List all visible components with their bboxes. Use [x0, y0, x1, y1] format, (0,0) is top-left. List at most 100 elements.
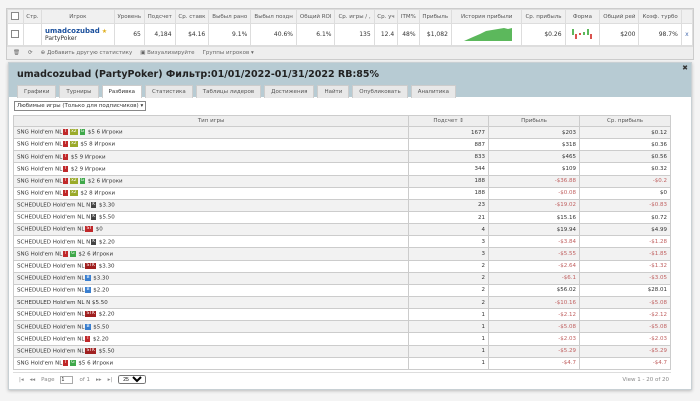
tab-item[interactable]: Разбивка: [101, 85, 143, 98]
tab-item[interactable]: Турниры: [59, 85, 99, 98]
table-row[interactable]: SCHEDULED Hold'em NL T $2.20 1 -$2.03 -$2…: [12, 332, 671, 346]
table-row[interactable]: SCHEDULED Hold'em NL NK $3.30 23 -$19.02…: [12, 198, 671, 212]
table-row[interactable]: SCHEDULED Hold'em NL STK $2.20 1 -$2.12 -…: [12, 308, 671, 322]
avg-profit: $0.26: [521, 23, 566, 46]
avg-profit-cell: $0.72: [579, 210, 671, 225]
avg-profit-cell: -$1.85: [579, 247, 671, 261]
remove-player-button[interactable]: x: [680, 23, 694, 46]
stat-header[interactable]: Общий ROI: [295, 9, 336, 24]
stat-header[interactable]: История прибыли: [450, 9, 523, 24]
game-badge-icon: T: [63, 153, 69, 160]
tab-item[interactable]: Таблицы лидеров: [195, 85, 262, 98]
game-type: SCHEDULED Hold'em NL: [17, 226, 85, 233]
stat-header[interactable]: Игрок: [40, 9, 115, 24]
stat-header[interactable]: Ср. прибыль: [521, 9, 566, 24]
last-page-button[interactable]: ▸|: [108, 377, 113, 383]
game-badge-icon: G: [70, 250, 76, 257]
table-row[interactable]: SNG Hold'em NL T $5 9 Игроки 833 $465 $0.…: [12, 150, 671, 164]
visualize-button[interactable]: ▣ Визуализируйте: [140, 50, 194, 56]
table-row[interactable]: SNG Hold'em NL T G $5 6 Игроки 1 -$4.7 -$4…: [12, 356, 671, 370]
select-all-checkbox[interactable]: [7, 9, 24, 24]
col-game-type[interactable]: Тип игры: [12, 115, 410, 127]
stat-header[interactable]: ITM%: [397, 9, 420, 24]
close-icon[interactable]: ✖: [682, 64, 688, 72]
refresh-icon[interactable]: ⟳: [28, 50, 33, 56]
table-row[interactable]: SNG Hold'em NL Tx2 $2 8 Игроки 188 -$0.08…: [12, 186, 671, 200]
table-row[interactable]: SCHEDULED Hold'em NL B $5.50 1 -$5.08 -$5…: [12, 320, 671, 334]
next-page-button[interactable]: ▸▸: [96, 377, 102, 383]
game-type-cell: SNG Hold'em NL Tx2 $5 8 Игроки: [12, 138, 410, 152]
table-row[interactable]: SCHEDULED Hold'em NL N $5.50 2 -$10.16 -…: [12, 295, 671, 310]
game-desc: $5.50: [99, 214, 115, 221]
table-row[interactable]: SNG Hold'em NL Tx2 $5 8 Игроки 887 $318 $…: [12, 138, 671, 152]
add-stat-button[interactable]: ⊕ Добавить другую статистику: [41, 50, 133, 56]
stat-header[interactable]: Ср. уч: [373, 9, 399, 24]
tab-item[interactable]: Достижения: [264, 85, 315, 98]
stat-header[interactable]: Общий рей: [599, 9, 640, 24]
stat-header[interactable]: Прибыль: [418, 9, 452, 24]
game-type-cell: SNG Hold'em NL T G $5 6 Игроки: [12, 356, 410, 370]
col-profit[interactable]: Прибыль: [488, 115, 581, 127]
stat-header[interactable]: Подсчет: [143, 9, 176, 24]
stat-header[interactable]: Выбыл поздн: [250, 9, 297, 24]
avg-profit-cell: $28.01: [579, 283, 671, 297]
per-page-select[interactable]: 25: [118, 375, 147, 384]
game-badge-icon: x2: [70, 177, 78, 184]
count-cell: 23: [408, 198, 490, 212]
tab-item[interactable]: Опубликовать: [352, 85, 408, 98]
player-link[interactable]: umadcozubad: [45, 27, 100, 35]
game-badge-icon: T: [63, 165, 69, 172]
stat-header[interactable]: Коэф. турбо: [638, 9, 682, 24]
game-badge-icon: T: [63, 250, 69, 257]
avg-profit-cell: $0.12: [579, 125, 671, 140]
table-row[interactable]: SCHEDULED Hold'em NL NK $5.50 21 $15.16 …: [12, 210, 671, 225]
stat-header[interactable]: Уровень: [113, 9, 145, 24]
tab-item[interactable]: Аналитика: [410, 85, 456, 98]
stat-header[interactable]: Форма: [564, 9, 601, 24]
game-type-cell: SCHEDULED Hold'em NL ST $0: [12, 223, 410, 237]
table-row[interactable]: SCHEDULED Hold'em NL STK $3.30 2 -$2.64 -…: [12, 259, 671, 273]
total-buyin: $200: [599, 23, 640, 46]
stat-header[interactable]: Выбыл рано: [208, 9, 252, 24]
avg-profit-cell: $0.36: [579, 138, 671, 152]
game-filter-value: Любимые игры (Только для подписчиков): [17, 103, 139, 109]
table-row[interactable]: SNG Hold'em NL Tx2 G $2 6 Игроки 188 -$36.…: [12, 174, 671, 188]
profit-cell: -$4.7: [488, 356, 581, 370]
avg-entrants: 12.4: [373, 23, 399, 46]
stat-header[interactable]: Стр.: [22, 9, 42, 24]
page-input[interactable]: [60, 375, 74, 384]
count-cell: 2: [408, 283, 490, 297]
col-avg-profit[interactable]: Ср. прибыль: [579, 115, 671, 127]
profit-cell: $19.94: [488, 223, 581, 237]
stat-header[interactable]: Ср. игры / ,: [334, 9, 375, 24]
table-row[interactable]: SCHEDULED Hold'em NL B $2.20 2 $56.02 $28…: [12, 283, 671, 297]
trash-icon[interactable]: 🗑: [13, 50, 20, 56]
first-page-button[interactable]: |◂: [19, 377, 24, 383]
table-row[interactable]: SCHEDULED Hold'em NL ST $0 4 $19.94 $4.99: [12, 223, 671, 237]
page-count: of 1: [79, 376, 91, 383]
game-type-cell: SNG Hold'em NL T $2 9 Игроки: [12, 162, 410, 176]
form-chart: [564, 23, 601, 46]
game-desc: $5 6 Игроки: [78, 360, 114, 367]
stat-header[interactable]: Ср. ставк: [174, 9, 210, 24]
table-row[interactable]: SCHEDULED Hold'em NL STK $5.50 1 -$5.29 -…: [12, 344, 671, 358]
player-groups-dropdown[interactable]: Группы игроков ▾: [203, 50, 254, 56]
profit-cell: -$2.03: [488, 332, 581, 346]
game-type: SNG Hold'em NL: [17, 251, 63, 258]
table-row[interactable]: SNG Hold'em NL T G $2 6 Игроки 3 -$5.55 -$…: [12, 247, 671, 261]
game-filter-select[interactable]: Любимые игры (Только для подписчиков) ▾: [14, 101, 147, 111]
row-checkbox[interactable]: [7, 23, 24, 46]
game-type: SCHEDULED Hold'em NL: [17, 263, 85, 270]
tab-item[interactable]: Графики: [17, 85, 57, 98]
tab-item[interactable]: Статистика: [145, 85, 193, 98]
game-type-cell: SCHEDULED Hold'em NL STK $5.50: [12, 344, 410, 358]
tab-item[interactable]: Найти: [317, 85, 350, 98]
table-row[interactable]: SNG Hold'em NL T $2 9 Игроки 344 $109 $0.…: [12, 162, 671, 176]
prev-page-button[interactable]: ◂◂: [30, 377, 36, 383]
game-type-cell: SCHEDULED Hold'em NL NK $3.30: [12, 198, 410, 212]
table-row[interactable]: SCHEDULED Hold'em NL NK $2.20 3 -$3.84 -…: [12, 235, 671, 249]
col-count[interactable]: Подсчет ⇕: [408, 115, 490, 127]
table-row[interactable]: SCHEDULED Hold'em NL B $3.30 2 -$6.1 -$3.…: [12, 271, 671, 285]
table-row[interactable]: SNG Hold'em NL Tx2 G $5 6 Игроки 1677 $203…: [12, 125, 671, 140]
star-icon[interactable]: ★: [102, 28, 107, 35]
